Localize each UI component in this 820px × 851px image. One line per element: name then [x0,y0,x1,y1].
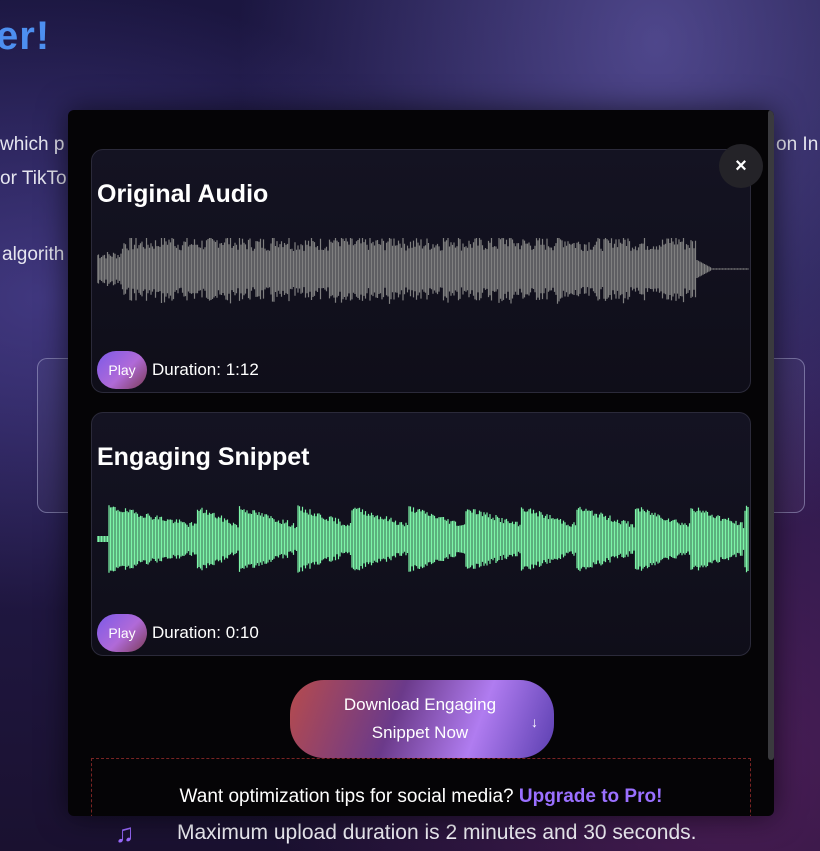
original-audio-title: Original Audio [97,180,269,208]
upload-limit-note: ♫ Maximum upload duration is 2 minutes a… [115,818,696,848]
promo-text: Want optimization tips for social media? [179,786,519,807]
original-audio-panel: Original Audio Play Duration: 1:12 [91,149,751,393]
upgrade-promo: Want optimization tips for social media?… [91,758,751,816]
intro-text-line3: algorith [2,244,65,265]
close-button[interactable]: × [719,144,763,188]
page-title: er! [0,14,51,58]
download-snippet-label: Download Engaging Snippet Now [343,695,497,742]
upgrade-link[interactable]: Upgrade to Pro! [519,786,663,807]
download-arrow-icon: ↓ [531,714,538,730]
engaging-snippet-title: Engaging Snippet [97,443,310,471]
intro-text-right: on In [776,134,819,155]
download-snippet-button[interactable]: Download Engaging Snippet Now ↓ [290,680,554,758]
intro-text-line2: or TikTo [0,168,67,189]
results-modal: × Original Audio Play Duration: 1:12 Eng… [68,110,774,816]
modal-scrollbar[interactable] [768,110,774,760]
music-note-icon: ♫ [115,817,135,848]
intro-text-left: which p [0,134,65,155]
upload-limit-text: Maximum upload duration is 2 minutes and… [177,821,697,844]
snippet-waveform-bars [97,505,749,573]
snippet-play-button[interactable]: Play [97,614,147,652]
snippet-waveform[interactable] [97,501,749,581]
original-waveform-bars [97,238,749,304]
original-waveform[interactable] [97,238,749,310]
original-duration: Duration: 1:12 [152,360,259,379]
snippet-duration: Duration: 0:10 [152,623,259,642]
engaging-snippet-panel: Engaging Snippet Play Duration: 0:10 [91,412,751,656]
original-play-button[interactable]: Play [97,351,147,389]
